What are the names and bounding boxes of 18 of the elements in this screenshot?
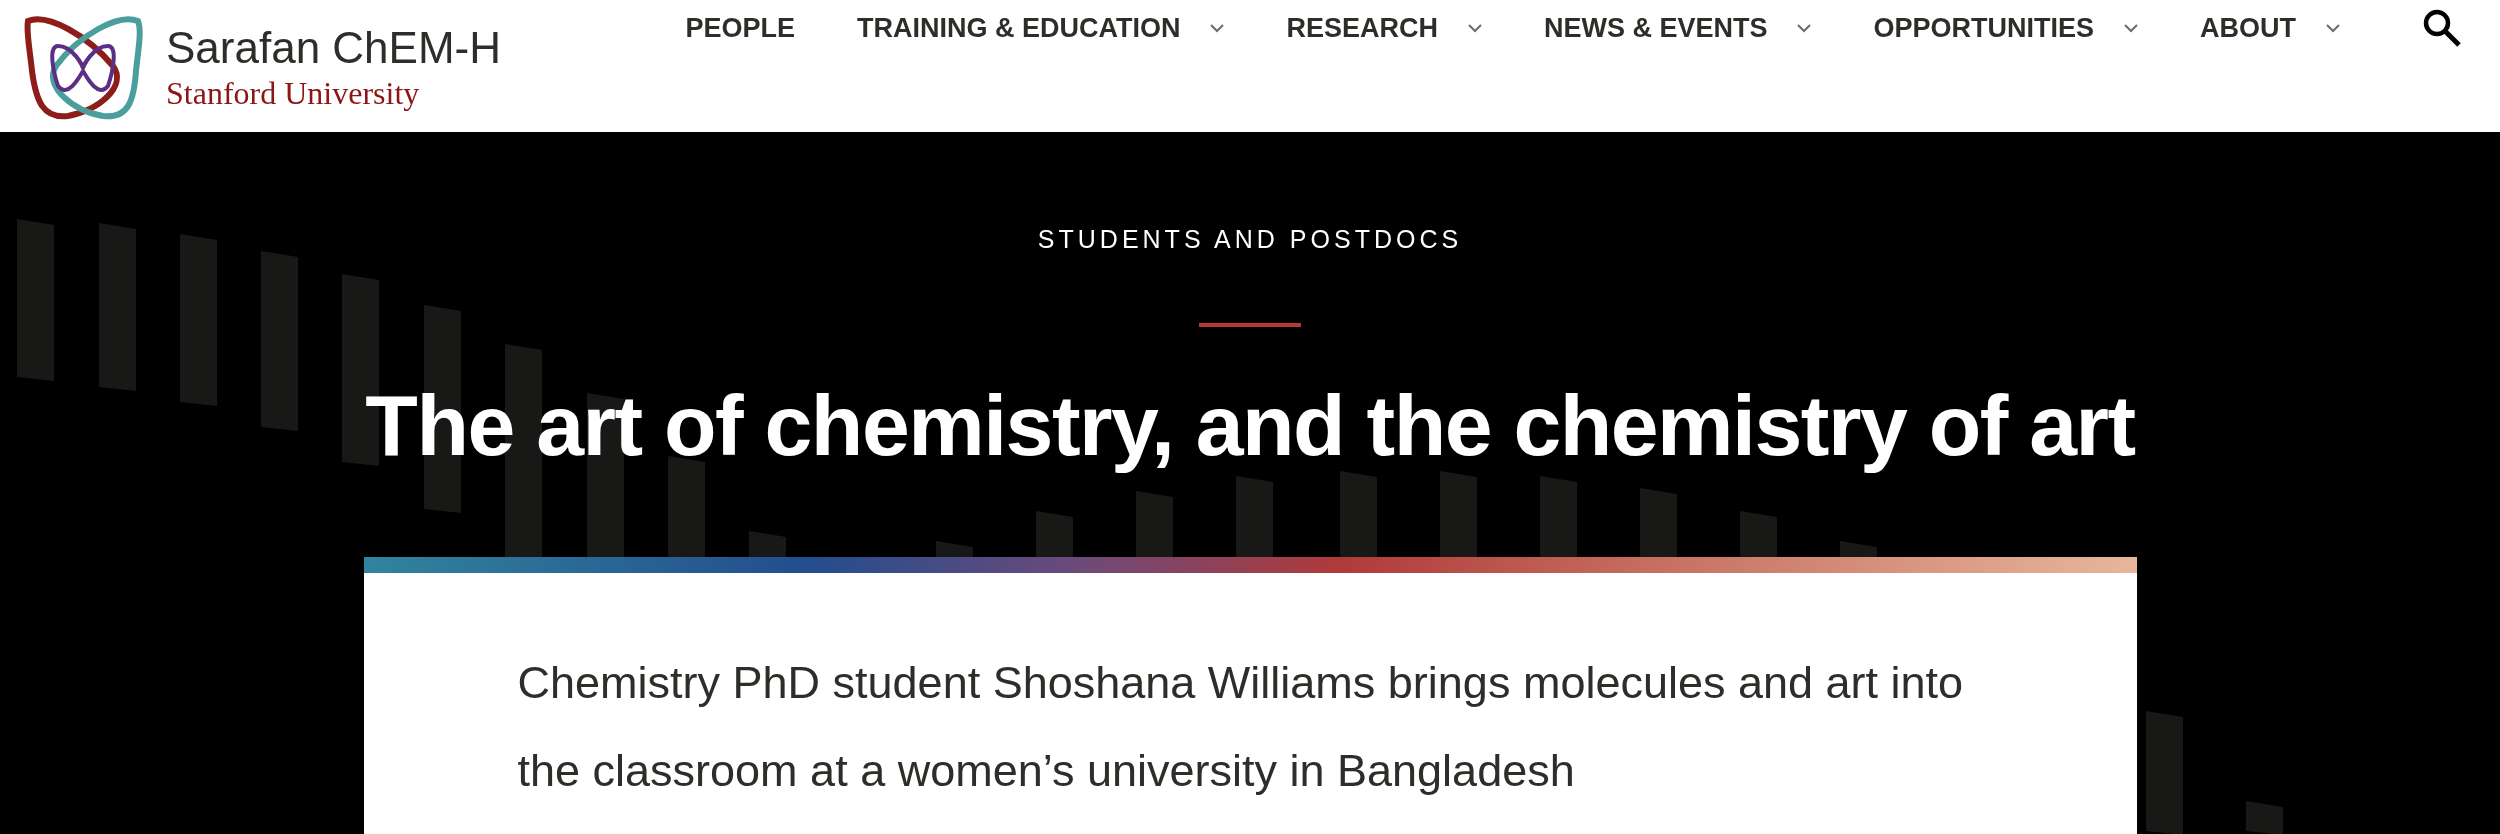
nav-link[interactable]: NEWS & EVENTS (1543, 12, 1812, 44)
nav-link[interactable]: PEOPLE (685, 12, 795, 44)
chevron-icon (1797, 23, 1812, 33)
nav-link[interactable]: ABOUT (2200, 12, 2340, 44)
search-icon[interactable] (2422, 8, 2462, 48)
nav-link[interactable]: TRAINING & EDUCATION (856, 12, 1225, 44)
article-title: The art of chemistry, and the chemistry of art (365, 376, 2135, 475)
background-stripe (2246, 801, 2283, 834)
chevron-icon (1210, 23, 1225, 33)
chevron-icon (2326, 23, 2340, 33)
chevron-icon (2124, 23, 2138, 33)
nav-link[interactable]: OPPORTUNITIES (1873, 12, 2138, 44)
chevron-icon (1467, 23, 1482, 33)
nav-link[interactable]: RESEARCH (1286, 12, 1482, 44)
site-title: Sarafan ChEM-H (166, 22, 501, 74)
eyebrow-label: STUDENTS AND POSTDOCS (1037, 224, 1463, 254)
site-subtitle: Stanford University (166, 74, 421, 112)
article-summary: Chemistry PhD student Shoshana Williams brings molecules and art into the classroom at a women’s university in Bangladesh (517, 656, 1965, 798)
